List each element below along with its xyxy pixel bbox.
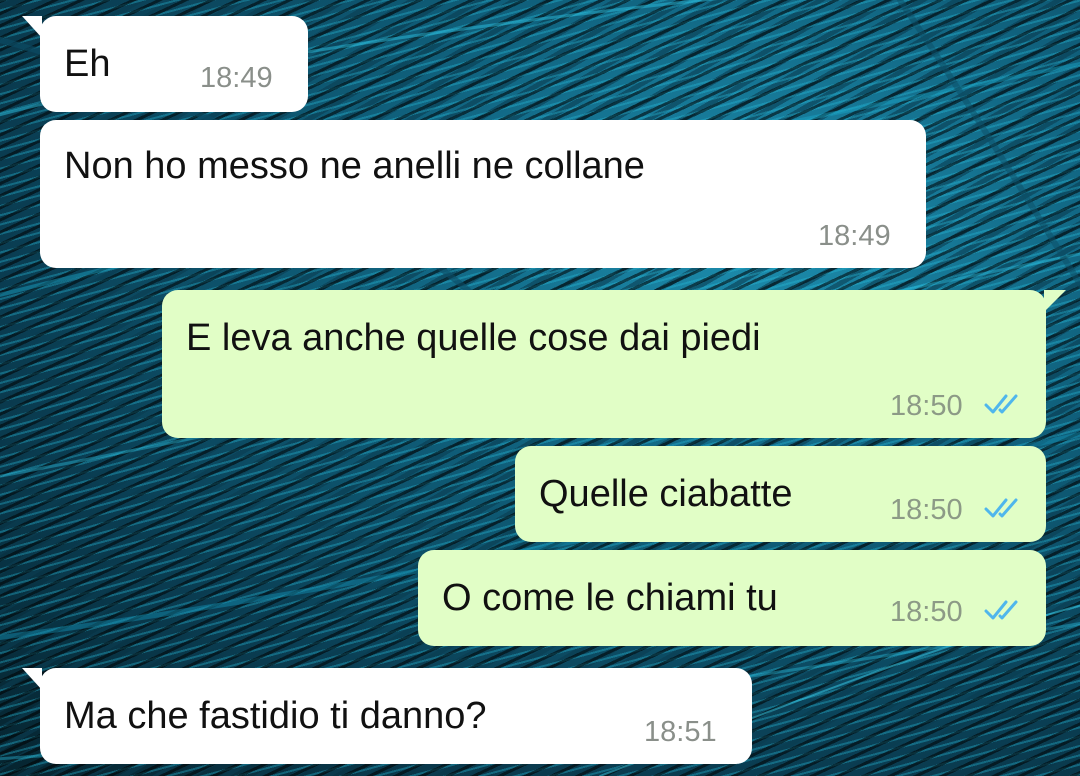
message-time: 18:49 [818,220,891,252]
message-bubble-outgoing[interactable]: O come le chiami tu 18:50 [418,550,1046,646]
message-text: Non ho messo ne anelli ne collane [64,145,645,187]
double-check-icon [984,600,1018,620]
double-check-icon [984,394,1018,414]
message-time: 18:50 [890,596,963,628]
bubble-tail [1044,290,1066,312]
message-text: Eh [64,43,111,85]
message-text: E leva anche quelle cose dai piedi [186,317,761,359]
message-time: 18:49 [200,62,273,94]
double-check-icon [984,498,1018,518]
bubble-tail [22,668,42,690]
message-time: 18:51 [644,716,717,748]
message-time: 18:50 [890,390,963,422]
message-bubble-incoming[interactable]: Non ho messo ne anelli ne collane 18:49 [40,120,926,268]
message-bubble-outgoing[interactable]: Quelle ciabatte 18:50 [515,446,1046,542]
message-bubble-incoming[interactable]: Ma che fastidio ti danno? 18:51 [22,668,752,764]
bubble-tail [22,16,42,38]
message-text: O come le chiami tu [442,577,778,619]
message-bubble-incoming[interactable]: Eh 18:49 [22,16,308,112]
message-time: 18:50 [890,494,963,526]
message-text: Ma che fastidio ti danno? [64,695,487,737]
message-bubble-outgoing[interactable]: E leva anche quelle cose dai piedi 18:50 [162,290,1066,438]
message-text: Quelle ciabatte [539,473,793,515]
